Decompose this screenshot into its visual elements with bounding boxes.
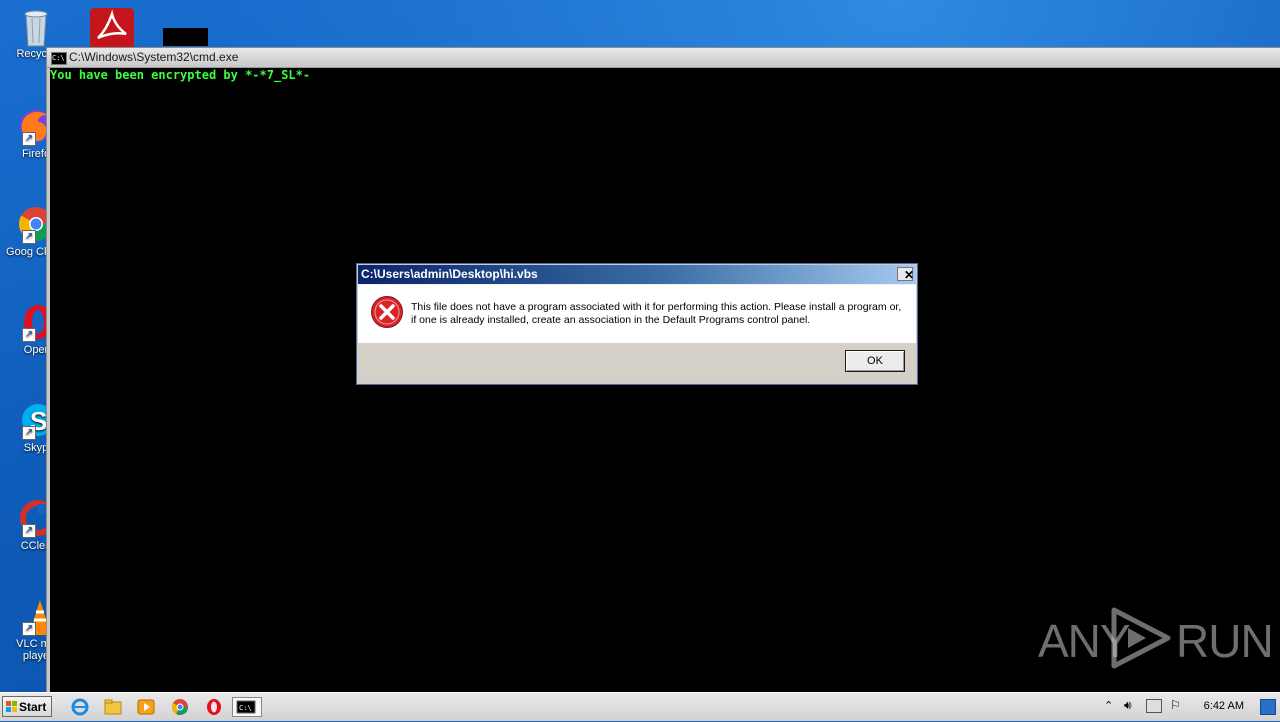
shortcut-arrow-icon: ↗ xyxy=(22,622,36,636)
taskbar: Start C:\ ⌃ 🔊︎ ⚐ 6:42 AM xyxy=(0,692,1280,721)
shortcut-arrow-icon: ↗ xyxy=(22,230,36,244)
ok-button[interactable]: OK xyxy=(845,350,905,372)
taskbar-chrome-button[interactable] xyxy=(168,697,192,717)
dialog-titlebar[interactable]: C:\Users\admin\Desktop\hi.vbs ✕ xyxy=(358,265,916,284)
recycle-bin-icon xyxy=(16,6,56,47)
start-button[interactable]: Start xyxy=(2,696,52,717)
media-player-icon xyxy=(137,699,155,715)
anyrun-watermark: ANY RUN xyxy=(1038,606,1274,672)
close-button[interactable]: ✕ xyxy=(897,267,914,282)
ie-icon xyxy=(71,698,89,716)
windows-flag-icon xyxy=(6,701,17,712)
shortcut-arrow-icon: ↗ xyxy=(22,524,36,538)
volume-icon[interactable]: 🔊︎ xyxy=(1124,698,1132,713)
shortcut-arrow-icon: ↗ xyxy=(22,132,36,146)
dialog-message: This file does not have a program associ… xyxy=(411,301,902,326)
watermark-text-run: RUN xyxy=(1176,615,1274,667)
taskbar-cmd-button[interactable]: C:\ xyxy=(232,697,262,717)
cmd-window-title: C:\Windows\System32\cmd.exe xyxy=(69,50,239,64)
error-icon xyxy=(371,296,403,328)
cmd-titlebar[interactable]: C:\ C:\Windows\System32\cmd.exe xyxy=(47,48,1280,68)
explorer-icon xyxy=(104,699,122,715)
system-tray: ⌃ 🔊︎ ⚐ 6:42 AM xyxy=(1100,693,1280,721)
network-icon[interactable] xyxy=(1146,699,1162,713)
error-dialog[interactable]: C:\Users\admin\Desktop\hi.vbs ✕ This fil… xyxy=(356,263,918,385)
redacted-icon[interactable] xyxy=(163,28,208,46)
taskbar-ie-button[interactable] xyxy=(68,697,92,717)
cmd-icon: C:\ xyxy=(51,52,67,65)
dialog-title: C:\Users\admin\Desktop\hi.vbs xyxy=(361,267,538,281)
action-center-flag-icon[interactable]: ⚐ xyxy=(1170,698,1181,712)
taskbar-explorer-button[interactable] xyxy=(101,697,125,717)
opera-icon xyxy=(207,699,221,715)
cmd-icon: C:\ xyxy=(236,700,256,714)
clock[interactable]: 6:42 AM xyxy=(1204,700,1244,712)
desktop: Recycle ↗ Firefo ↗ Goog Chron ↗ Oper S ↗… xyxy=(0,0,1280,692)
chrome-icon xyxy=(171,699,188,715)
acrobat-icon[interactable] xyxy=(90,8,134,48)
console-output-line: You have been encrypted by *-*7_SL*- xyxy=(50,68,311,82)
shortcut-arrow-icon: ↗ xyxy=(22,426,36,440)
svg-text:C:\: C:\ xyxy=(239,704,252,712)
taskbar-opera-button[interactable] xyxy=(202,697,226,717)
shortcut-arrow-icon: ↗ xyxy=(22,328,36,342)
tray-expand-icon[interactable]: ⌃ xyxy=(1104,699,1113,712)
taskbar-media-player-button[interactable] xyxy=(134,697,158,717)
dialog-footer: OK xyxy=(358,343,916,383)
watermark-play-icon xyxy=(1111,607,1171,669)
show-desktop-button[interactable] xyxy=(1260,699,1276,715)
start-label: Start xyxy=(19,700,47,714)
